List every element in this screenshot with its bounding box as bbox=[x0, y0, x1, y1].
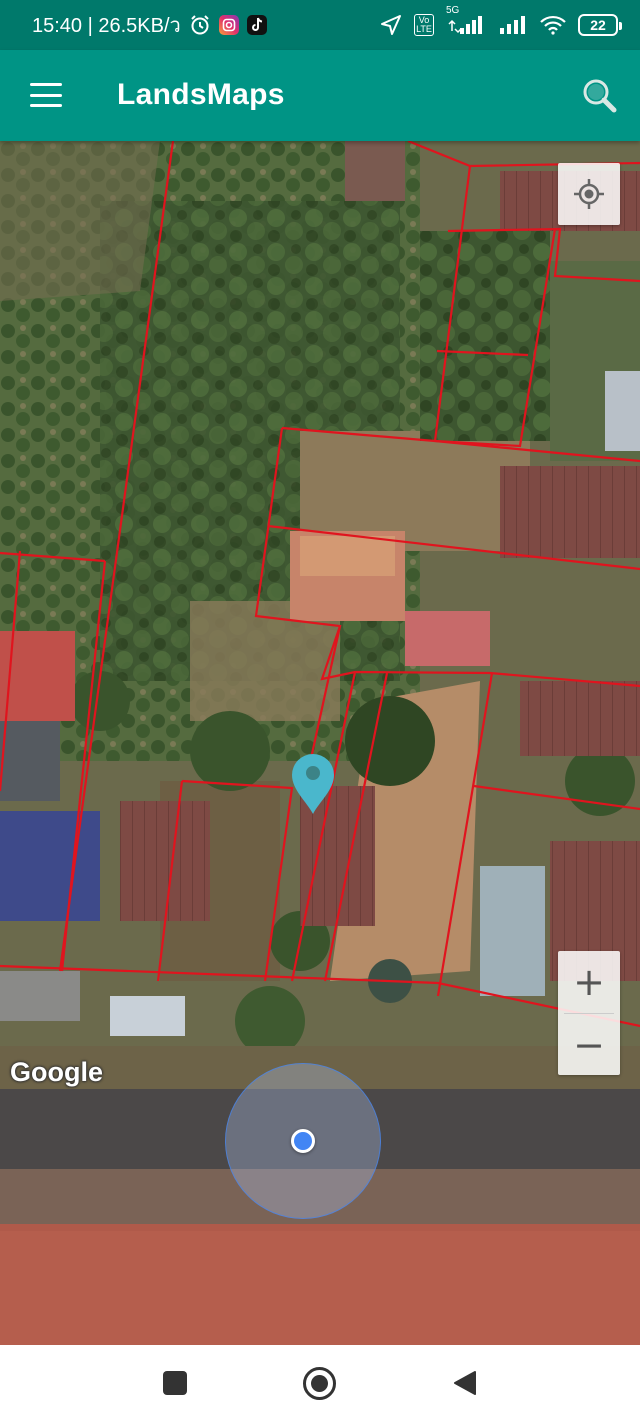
recent-apps-icon[interactable] bbox=[163, 1371, 187, 1395]
search-icon[interactable] bbox=[580, 76, 620, 116]
zoom-control: + − bbox=[558, 951, 620, 1075]
wifi-icon bbox=[540, 15, 566, 35]
instagram-icon bbox=[218, 15, 239, 35]
signal-5g-icon: 5G bbox=[446, 5, 486, 35]
my-location-icon[interactable] bbox=[558, 163, 620, 225]
system-nav-bar bbox=[0, 1345, 640, 1422]
home-icon[interactable] bbox=[303, 1367, 336, 1400]
map-pin-icon[interactable] bbox=[290, 752, 336, 816]
google-attribution: Google bbox=[10, 1057, 103, 1087]
current-location-dot bbox=[291, 1129, 315, 1153]
app-bar: LandsMaps bbox=[0, 50, 640, 141]
hamburger-menu-icon[interactable] bbox=[26, 78, 66, 112]
back-icon[interactable] bbox=[453, 1371, 477, 1395]
status-time: 15:40 | 26.5KB/ว bbox=[32, 15, 181, 37]
location-arrow-icon bbox=[380, 14, 402, 36]
battery-indicator: 22 bbox=[578, 14, 622, 36]
alarm-clock-icon bbox=[189, 14, 211, 36]
status-bar: 15:40 | 26.5KB/ว Vo LTE 5G 22 bbox=[0, 0, 640, 50]
app-title: LandsMaps bbox=[117, 78, 285, 111]
zoom-out-button[interactable]: − bbox=[558, 1014, 620, 1076]
network-type-label: 5G bbox=[446, 5, 460, 16]
signal-icon bbox=[498, 15, 528, 35]
volte-icon: Vo LTE bbox=[414, 14, 434, 36]
tiktok-icon bbox=[246, 15, 267, 35]
zoom-in-button[interactable]: + bbox=[558, 951, 620, 1013]
